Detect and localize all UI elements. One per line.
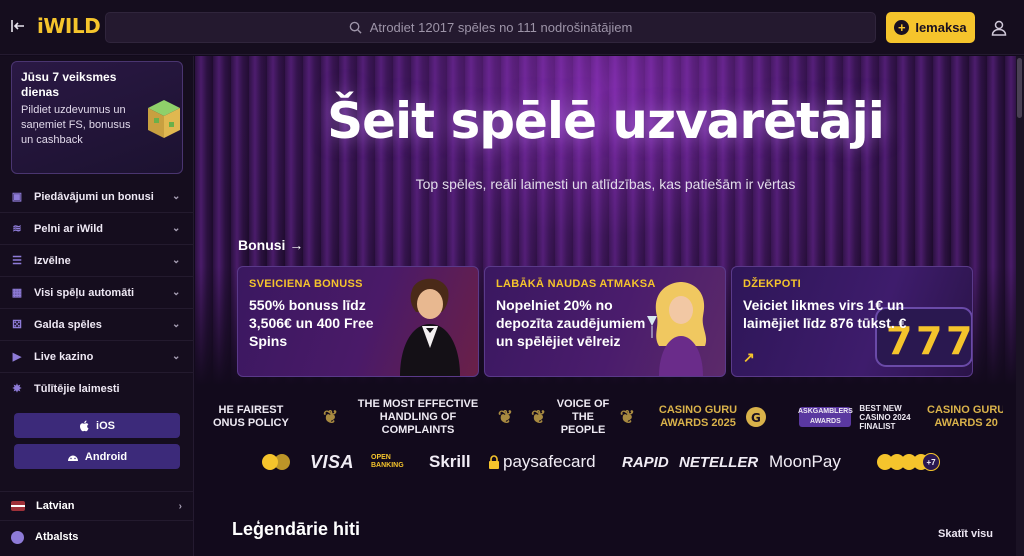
bonuses-link[interactable]: Bonusi → xyxy=(238,237,303,253)
sidebar-item-live-casino[interactable]: ▶ Live kazino ⌄ xyxy=(0,341,194,373)
scrollbar-track[interactable] xyxy=(1016,56,1024,556)
sidebar-item-label: Galda spēles xyxy=(34,318,102,331)
sidebar-item-label: Izvēlne xyxy=(34,254,71,267)
chevron-down-icon: ⌄ xyxy=(172,223,181,234)
more-payments-badge: +7 xyxy=(922,453,940,471)
collapse-sidebar-icon[interactable] xyxy=(10,18,28,36)
award-voice-of-people: ❦ VOICE OF THE PEOPLE ❦ xyxy=(531,399,635,435)
language-selector[interactable]: Latvian › xyxy=(0,491,194,521)
sidebar-item-label: Live kazino xyxy=(34,350,94,363)
jackpots-card[interactable]: DŽEKPOTI Veiciet likmes virs 1€ un laimē… xyxy=(731,266,973,377)
award-casino-guru-2025: CASINO GURU AWARDS 2025 G xyxy=(653,399,773,435)
svg-text:7: 7 xyxy=(946,319,972,363)
card-text: Nopelniet 20% no depozīta zaudējumiem un… xyxy=(496,297,646,349)
payment-methods: VISA OPEN BANKING Skrill paysafecard RAP… xyxy=(258,449,958,475)
coins-icon: ≋ xyxy=(12,222,22,235)
scrollbar-thumb[interactable] xyxy=(1017,58,1022,118)
mission-title: Jūsu 7 veiksmes dienas xyxy=(21,70,117,99)
search-input[interactable]: Atrodiet 12017 spēles no 111 nodrošinātā… xyxy=(105,12,876,43)
award-askgamblers: ASKGAMBLERS AWARDS BEST NEW CASINO 2024 FI… xyxy=(798,403,911,431)
woman-with-glass-illustration xyxy=(647,282,707,376)
apple-icon xyxy=(80,420,89,431)
sidebar: Jūsu 7 veiksmes dienas Pildiet uzdevumus… xyxy=(0,56,194,556)
sidebar-item-instant-wins[interactable]: ✸ Tūlītējie laimesti xyxy=(0,373,194,405)
lucky-days-banner[interactable]: Jūsu 7 veiksmes dienas Pildiet uzdevumus… xyxy=(11,61,183,174)
rapid-logo: RAPID xyxy=(622,453,669,471)
support-label: Atbalsts xyxy=(35,531,79,543)
sidebar-item-label: Tūlītējie laimesti xyxy=(34,383,120,395)
card-kicker: DŽEKPOTI xyxy=(743,278,802,290)
lock-icon xyxy=(489,455,499,469)
askgamblers-badge: ASKGAMBLERS AWARDS xyxy=(798,407,853,427)
svg-text:G: G xyxy=(751,411,761,425)
lotto-balls-logo: +7 xyxy=(876,449,940,475)
moonpay-logo: MoonPay xyxy=(769,452,841,471)
latvia-flag-icon xyxy=(11,501,25,511)
award-complaints: ❦ THE MOST EFFECTIVE HANDLING OF COMPLAIN… xyxy=(323,399,513,435)
chevron-down-icon: ⌄ xyxy=(172,255,181,266)
visa-logo: VISA xyxy=(310,451,355,472)
paysafecard-logo: paysafecard xyxy=(488,449,596,475)
play-icon: ▶ xyxy=(12,350,22,363)
chevron-right-icon: › xyxy=(178,500,182,512)
hero-title: Šeit spēlē uzvarētāji xyxy=(327,92,885,150)
hero-subtitle: Top spēles, reāli laimesti un atlīdzības… xyxy=(415,176,796,192)
logo[interactable]: iWILD xyxy=(37,14,101,38)
card-text: 550% bonuss līdz 3,506€ un 400 Free Spin… xyxy=(249,297,374,349)
chevron-down-icon: ⌄ xyxy=(172,287,181,298)
sidebar-item-menu[interactable]: ☰ Izvēlne ⌄ xyxy=(0,245,194,277)
gift-icon: ▣ xyxy=(11,190,23,203)
android-label: Android xyxy=(84,450,128,463)
sidebar-nav: ▣ Piedāvājumi un bonusi ⌄ ≋ Pelni ar iWi… xyxy=(0,181,194,405)
cashback-card[interactable]: LABĀKĀ NAUDAS ATMAKSA Nopelniet 20% no d… xyxy=(484,266,726,377)
arrow-up-right-icon: ↗ xyxy=(743,349,755,365)
support-link[interactable]: Atbalsts xyxy=(0,522,194,552)
award-fairest-bonus: HE FAIREST ONUS POLICY xyxy=(213,404,289,429)
chat-icon xyxy=(11,530,24,544)
sidebar-item-label: Visi spēļu automāti xyxy=(34,286,135,299)
language-label: Latvian xyxy=(36,500,75,512)
burst-icon: ✸ xyxy=(12,383,22,395)
android-app-button[interactable]: Android xyxy=(14,444,180,469)
casino-guru-badge-icon: G xyxy=(746,407,767,427)
legendary-hits-title: Leģendārie hiti xyxy=(232,519,361,539)
sidebar-item-slots[interactable]: ▦ Visi spēļu automāti ⌄ xyxy=(0,277,194,309)
neteller-logo: NETELLER xyxy=(679,453,759,471)
man-in-tuxedo-illustration xyxy=(400,278,460,376)
dice-icon: ⚄ xyxy=(12,318,22,331)
mastercard-icon xyxy=(262,454,290,470)
gift-cube-icon xyxy=(148,100,180,138)
skrill-logo: Skrill xyxy=(429,452,471,471)
sidebar-item-offers[interactable]: ▣ Piedāvājumi un bonusi ⌄ xyxy=(0,181,194,213)
sidebar-item-earn[interactable]: ≋ Pelni ar iWild ⌄ xyxy=(0,213,194,245)
android-icon xyxy=(67,455,78,461)
ios-app-button[interactable]: iOS xyxy=(14,413,180,438)
sidebar-item-label: Pelni ar iWild xyxy=(34,222,103,235)
search-icon xyxy=(349,21,362,34)
plus-icon: + xyxy=(894,20,910,35)
sidebar-item-table-games[interactable]: ⚄ Galda spēles ⌄ xyxy=(0,309,194,341)
deposit-button[interactable]: + Iemaksa xyxy=(886,12,975,43)
chevron-down-icon: ⌄ xyxy=(172,191,181,202)
open-banking-logo: OPEN BANKING xyxy=(371,454,404,469)
sidebar-item-label: Piedāvājumi un bonusi xyxy=(34,190,154,203)
search-placeholder: Atrodiet 12017 spēles no 111 nodrošinātā… xyxy=(369,20,633,35)
see-all-link[interactable]: Skatīt visu xyxy=(938,528,993,540)
grid-icon: ▦ xyxy=(11,286,23,299)
mission-text: Pildiet uzdevumus un saņemiet FS, bonusu… xyxy=(21,104,131,146)
chevron-down-icon: ⌄ xyxy=(172,319,181,330)
awards-strip: HE FAIREST ONUS POLICY ❦ THE MOST EFFECTI… xyxy=(213,399,1003,435)
ios-label: iOS xyxy=(96,419,115,432)
menu-search-icon: ☰ xyxy=(12,254,22,267)
svg-text:7: 7 xyxy=(916,319,942,363)
card-text: Veiciet likmes virs 1€ un laimējiet līdz… xyxy=(743,297,907,331)
top-bar: iWILD Atrodiet 12017 spēles no 111 nodro… xyxy=(0,0,1024,55)
award-casino-guru: CASINO GURU AWARDS 20 xyxy=(927,404,1003,429)
deposit-label: Iemaksa xyxy=(915,20,967,35)
welcome-bonus-card[interactable]: SVEICIENA BONUSS 550% bonuss līdz 3,506€… xyxy=(237,266,479,377)
user-icon[interactable] xyxy=(990,19,1008,37)
chevron-down-icon: ⌄ xyxy=(172,351,181,362)
